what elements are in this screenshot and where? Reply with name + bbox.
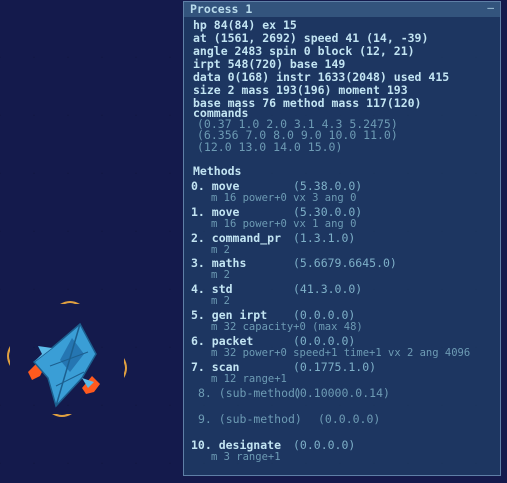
method-row-8[interactable]: 8. (sub-method) (0.10000.0.14) — [198, 386, 500, 411]
process-info-panel: Process 1 — hp 84(84) ex 15 at (1561, 26… — [183, 1, 501, 476]
method-values: (41.3.0.0) — [293, 282, 363, 296]
method-detail: m 16 power+0 vx 3 ang 0 — [211, 192, 357, 204]
method-values: (0.1775.1.0) — [293, 360, 377, 374]
method-row-3[interactable]: 3. maths (5.6679.6645.0) m 2 — [191, 256, 496, 282]
method-values: (5.6679.6645.0) — [293, 256, 397, 270]
panel-title: Process 1 — [190, 2, 253, 16]
method-detail: m 32 power+0 speed+1 time+1 vx 2 ang 409… — [211, 347, 471, 359]
commands-row-3: (12.0 13.0 14.0 15.0) — [197, 140, 343, 154]
method-values: (0.0.0.0) — [293, 438, 356, 452]
method-row-7[interactable]: 7. scan (0.1775.1.0) m 12 range+1 — [191, 360, 496, 386]
method-detail: m 16 power+0 vx 1 ang 0 — [211, 218, 357, 230]
method-name: 2. command_pr — [191, 231, 282, 245]
methods-header: Methods — [193, 164, 242, 178]
method-detail: m 12 range+1 — [211, 373, 287, 385]
game-viewport[interactable]: Process 1 — hp 84(84) ex 15 at (1561, 26… — [0, 0, 507, 483]
method-row-10[interactable]: 10. designate (0.0.0.0) m 3 range+1 — [191, 438, 496, 464]
method-detail: m 2 — [211, 295, 230, 307]
method-name: 8. (sub-method) — [198, 386, 302, 400]
method-detail: m 2 — [211, 244, 230, 256]
method-detail: m 32 capacity+0 (max 48) — [211, 321, 363, 333]
method-row-6[interactable]: 6. packet (0.0.0.0) m 32 power+0 speed+1… — [191, 335, 496, 360]
method-row-4[interactable]: 4. std (41.3.0.0) m 2 — [191, 282, 496, 308]
method-row-1[interactable]: 1. move (5.30.0.0) m 16 power+0 vx 1 ang… — [191, 206, 496, 231]
method-detail: m 3 range+1 — [211, 451, 281, 463]
method-row-5[interactable]: 5. gen irpt (0.0.0.0) m 32 capacity+0 (m… — [191, 309, 496, 334]
method-detail: m 2 — [211, 269, 230, 281]
selection-marker-right — [124, 358, 127, 378]
selection-marker-bottom — [52, 414, 72, 417]
selection-marker-top — [60, 301, 80, 304]
method-row-9[interactable]: 9. (sub-method) (0.0.0.0) — [198, 412, 500, 437]
method-values: (0.0.0.0) — [318, 412, 381, 426]
close-icon[interactable]: — — [487, 2, 494, 13]
method-name: 9. (sub-method) — [198, 412, 302, 426]
method-values: (1.3.1.0) — [293, 231, 356, 245]
selection-marker-left — [7, 346, 10, 366]
process-sprite — [7, 301, 127, 417]
player-process[interactable] — [4, 296, 134, 426]
method-row-0[interactable]: 0. move (5.38.0.0) m 16 power+0 vx 3 ang… — [191, 180, 496, 205]
method-values: (0.10000.0.14) — [293, 386, 390, 400]
method-row-2[interactable]: 2. command_pr (1.3.1.0) m 2 — [191, 231, 496, 257]
